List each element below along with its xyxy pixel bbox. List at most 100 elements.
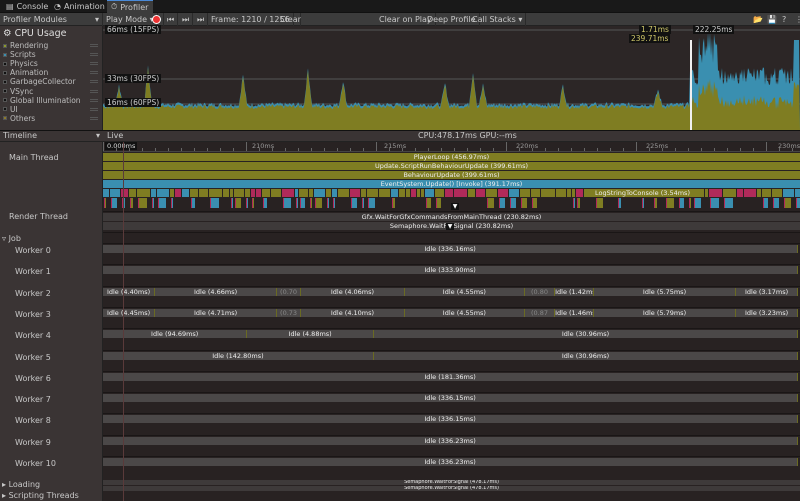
sample-block[interactable] [210,198,219,208]
thread-worker-7[interactable]: Worker 7 [15,395,51,404]
sample-block[interactable] [209,189,222,197]
sample-block[interactable] [783,189,794,197]
tab-console[interactable]: ▤ Console [2,0,52,13]
sample-block[interactable] [231,198,233,208]
sample-block[interactable] [596,198,603,208]
sample-idle[interactable]: Idle (336.16ms) [103,245,799,253]
sample-block[interactable] [421,189,424,197]
clear-button[interactable]: Clear [277,13,301,26]
sample-idle[interactable]: (0.80 [524,287,556,296]
sample-block[interactable] [532,198,537,208]
sample-block[interactable] [499,198,505,208]
sample-block[interactable] [426,198,431,208]
sample-block[interactable] [327,198,329,208]
sample-block[interactable] [299,189,308,197]
group-loading[interactable]: ▸ Loading [2,480,40,489]
sample-block[interactable] [763,198,768,208]
sample-block[interactable] [111,198,117,208]
sample-block[interactable] [476,189,485,197]
sample-block[interactable] [379,189,390,197]
sample-block[interactable] [510,198,516,208]
sample-block[interactable] [251,189,255,197]
sample-block[interactable] [411,189,416,197]
sample-behaviourupdate[interactable]: BehaviourUpdate (399.61ms) [103,171,800,179]
sample-block[interactable] [796,198,800,208]
sample-block[interactable] [531,189,540,197]
sample-block[interactable] [435,189,444,197]
sample-block[interactable] [326,189,331,197]
sample-block[interactable] [245,189,250,197]
sample-block[interactable] [666,198,674,208]
thread-worker-4[interactable]: Worker 4 [15,331,51,340]
drag-handle-icon[interactable] [90,116,98,120]
sample-block[interactable] [191,198,195,208]
sample-block[interactable] [314,189,325,197]
legend-item-garbagecollector[interactable]: GarbageCollector [3,77,100,86]
sample-block[interactable] [263,198,267,208]
sample-block[interactable] [567,189,571,197]
sample-idle[interactable]: Idle (336.15ms) [103,415,799,424]
sample-block[interactable] [705,189,708,197]
sample-block[interactable] [520,189,530,197]
sample-idle[interactable]: Idle (30.96ms) [373,330,799,339]
timeline-view[interactable]: 0.000ms 210ms 215ms 220ms 225ms 230ms PlayerL… [103,142,800,501]
sample-block[interactable] [137,189,150,197]
sample-block[interactable] [417,189,420,197]
tab-profiler[interactable]: ⏱ Profiler [107,0,153,13]
sample-block[interactable] [333,198,335,208]
cpu-usage-graph[interactable] [103,26,800,130]
sample-block[interactable] [509,189,519,197]
sample-idle[interactable]: Idle (5.79ms) [594,308,737,317]
sample-block[interactable] [246,198,248,208]
sample-block[interactable] [152,198,154,208]
legend-item-ui[interactable]: UI [3,105,100,114]
sample-idle[interactable]: Idle (4.55ms) [404,287,525,296]
sample-block[interactable] [521,198,527,208]
sample-block[interactable] [282,189,294,197]
sample-block[interactable] [110,189,120,197]
sample-block[interactable] [406,189,410,197]
sample-idle[interactable]: Idle (4.88ms) [247,330,374,339]
sample-idle[interactable]: Idle (4.10ms) [301,308,405,317]
sample-block[interactable] [487,198,494,208]
sample-idle[interactable]: Idle (4.40ms) [103,287,156,296]
thread-worker-3[interactable]: Worker 3 [15,310,51,319]
sample-idle[interactable]: Idle (336.15ms) [103,394,799,403]
thread-worker-6[interactable]: Worker 6 [15,374,51,383]
group-job[interactable]: ▿ Job [2,234,21,243]
sample-block[interactable] [784,198,791,208]
selected-frame-marker[interactable] [690,40,692,130]
cpu-usage-module[interactable]: ⚙ CPU Usage Rendering Scripts Physics Anima… [0,26,103,130]
thread-worker-8[interactable]: Worker 8 [15,416,51,425]
sample-block[interactable] [103,189,109,197]
collapse-arrow-icon[interactable]: ▼ [446,223,454,230]
sample-block[interactable] [573,198,575,208]
sample-idle[interactable]: (0.70 [277,287,302,296]
thread-render[interactable]: Render Thread [9,212,68,221]
sample-idle[interactable]: Idle (4.06ms) [301,287,405,296]
current-frame-button[interactable]: ⏭ [194,13,209,26]
sample-block[interactable] [454,189,467,197]
sample-block[interactable] [541,189,555,197]
sample-block[interactable] [399,189,405,197]
sample-block[interactable] [296,198,298,208]
sample-block[interactable] [157,189,169,197]
sample-block[interactable] [223,189,229,197]
sample-block[interactable] [576,189,583,197]
sample-block[interactable] [445,189,453,197]
cpu-usage-chart[interactable]: 66ms (15FPS) 33ms (30FPS) 16ms (60FPS) 1… [103,25,800,130]
sample-idle[interactable]: Idle (1.42ms) [555,287,595,296]
sample-block[interactable] [262,189,270,197]
collapse-arrow-icon[interactable]: ▼ [451,203,459,210]
sample-idle[interactable]: Idle (4.66ms) [155,287,278,296]
sample-loading-wait[interactable]: Semaphore.WaitForSignal (478.17ms) [103,480,800,485]
sample-block[interactable] [151,189,156,197]
sample-block[interactable] [737,189,743,197]
sample-block[interactable] [234,189,244,197]
sample-block[interactable] [175,189,181,197]
sample-idle[interactable]: Idle (181.36ms) [103,372,799,381]
sample-block[interactable] [271,189,281,197]
sample-block[interactable] [129,189,136,197]
sample-block[interactable] [436,198,441,208]
sample-gfx-wait[interactable]: Gfx.WaitForGfxCommandsFromMainThread (23… [103,213,800,221]
